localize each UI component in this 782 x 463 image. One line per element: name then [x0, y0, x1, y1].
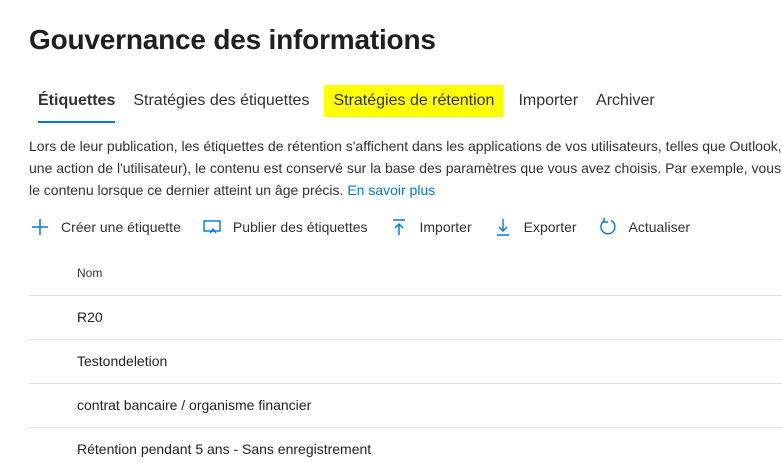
page-title: Gouvernance des informations — [29, 24, 436, 55]
description-line-3: le contenu lorsque ce dernier atteint un… — [29, 179, 782, 201]
publish-icon — [201, 216, 223, 238]
upload-icon — [388, 216, 410, 238]
description-line-1: Lors de leur publication, les étiquettes… — [29, 138, 782, 154]
refresh-button[interactable]: Actualiser — [597, 216, 690, 238]
description-line-2: une action de l'utilisateur), le contenu… — [29, 160, 782, 176]
table-row[interactable]: contrat bancaire / organisme financier — [29, 384, 782, 428]
column-header-name[interactable]: Nom — [29, 252, 782, 296]
page: Gouvernance des informations Étiquettes … — [0, 0, 782, 463]
table-row[interactable]: R20 — [29, 296, 782, 340]
tab-importer[interactable]: Importer — [509, 85, 587, 117]
import-button[interactable]: Importer — [388, 216, 472, 238]
description-line-3-text: le contenu lorsque ce dernier atteint un… — [29, 182, 344, 198]
create-label-text: Créer une étiquette — [61, 219, 181, 235]
tab-etiquettes[interactable]: Étiquettes — [29, 85, 124, 123]
labels-table: Nom R20 Testondeletion contrat bancaire … — [29, 252, 782, 463]
tab-strategies-etiquettes[interactable]: Stratégies des étiquettes — [124, 85, 318, 117]
refresh-text: Actualiser — [628, 219, 691, 235]
publish-labels-button[interactable]: Publier des étiquettes — [201, 216, 368, 238]
download-icon — [492, 216, 514, 238]
table-row[interactable]: Rétention pendant 5 ans - Sans enregistr… — [29, 428, 782, 463]
import-text: Importer — [419, 219, 472, 235]
create-label-button[interactable]: Créer une étiquette — [29, 216, 181, 238]
refresh-icon — [597, 216, 619, 238]
publish-labels-text: Publier des étiquettes — [232, 219, 368, 235]
export-text: Exporter — [523, 219, 577, 235]
tab-archiver[interactable]: Archiver — [587, 85, 664, 117]
export-button[interactable]: Exporter — [492, 216, 577, 238]
command-bar: Créer une étiquette Publier des étiquett… — [29, 212, 710, 242]
plus-icon — [29, 216, 51, 238]
learn-more-link[interactable]: En savoir plus — [347, 182, 435, 198]
tab-bar: Étiquettes Stratégies des étiquettes Str… — [29, 85, 664, 125]
table-row[interactable]: Testondeletion — [29, 340, 782, 384]
tab-strategies-retention[interactable]: Stratégies de rétention — [324, 85, 504, 117]
description: Lors de leur publication, les étiquettes… — [29, 135, 782, 201]
